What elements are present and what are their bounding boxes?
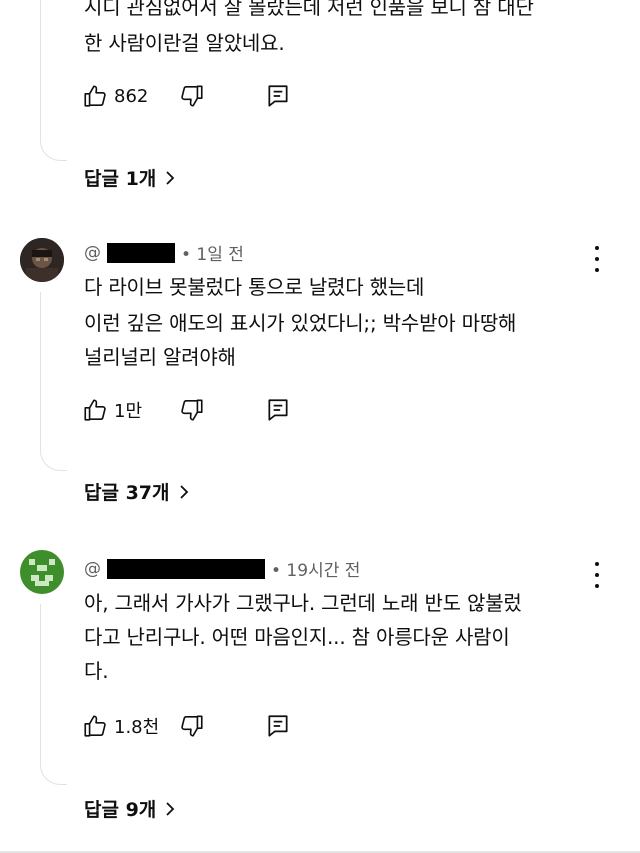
- like-count: 1만: [114, 401, 143, 422]
- replies-label: 답글 1개: [84, 168, 157, 190]
- more-vert-icon: [594, 246, 600, 272]
- thumbs-up-icon: [84, 715, 106, 737]
- view-replies-button[interactable]: 답글 1개: [84, 164, 176, 191]
- chevron-right-icon: [166, 170, 175, 185]
- like-count: 1.8천: [114, 717, 160, 738]
- comment-actions: 1만: [82, 395, 142, 425]
- more-vert-icon: [594, 562, 600, 588]
- comment-time[interactable]: • 1일 전: [181, 240, 244, 265]
- like-button[interactable]: 862: [82, 83, 148, 109]
- chevron-right-icon: [179, 484, 188, 499]
- comment-header: @ • 1일 전: [84, 240, 244, 265]
- thumbs-down-icon: [181, 85, 203, 107]
- comment-text-line: 아, 그래서 가사가 그랬구나. 그런데 노래 반도 않불렀: [84, 591, 522, 615]
- thumbs-down-icon: [181, 399, 203, 421]
- dislike-button[interactable]: [179, 83, 205, 113]
- view-replies-button[interactable]: 답글 37개: [84, 478, 190, 505]
- comment-text-line: 널리널리 알려야해: [84, 345, 236, 369]
- comment-actions: 862: [82, 81, 148, 111]
- avatar[interactable]: [20, 238, 64, 282]
- thumbs-up-icon: [84, 399, 106, 421]
- thread-line: [40, 604, 67, 785]
- redacted-username: [107, 558, 265, 579]
- handle-prefix[interactable]: @: [84, 559, 101, 579]
- comment-text-line: 다고 난리구나. 어떤 마음인지... 참 아릉다운 사람이: [84, 625, 510, 649]
- view-replies-button[interactable]: 답글 9개: [84, 795, 176, 822]
- reply-icon: [268, 399, 288, 421]
- comment-actions: 1.8천: [82, 711, 159, 741]
- thumbs-down-icon: [181, 715, 203, 737]
- replies-label: 답글 37개: [84, 482, 170, 504]
- reply-icon: [268, 715, 288, 737]
- like-count: 862: [114, 85, 149, 107]
- comment-text-line: 다 라이브 못불렀다 통으로 날렸다 했는데: [84, 275, 425, 299]
- replies-label: 답글 9개: [84, 799, 157, 821]
- thread-line: [40, 292, 67, 471]
- thread-line: [40, 0, 67, 161]
- avatar-image: [20, 550, 64, 594]
- comment-text-line: 시디 관심없어서 잘 몰랐는데 저런 인품을 보니 참 대단: [84, 0, 534, 19]
- avatar[interactable]: [20, 550, 64, 594]
- comment-text-line: 다.: [84, 659, 109, 683]
- comment-time[interactable]: • 19시간 전: [271, 556, 360, 581]
- reply-button[interactable]: [265, 397, 291, 427]
- reply-icon: [268, 85, 288, 107]
- reply-button[interactable]: [265, 83, 291, 113]
- thumbs-up-icon: [84, 85, 106, 107]
- avatar-image: [20, 238, 64, 282]
- reply-button[interactable]: [265, 713, 291, 743]
- redacted-username: [107, 242, 175, 263]
- more-button[interactable]: [594, 562, 600, 588]
- dislike-button[interactable]: [179, 397, 205, 427]
- handle-prefix[interactable]: @: [84, 243, 101, 263]
- comment-text-line: 한 사람이란걸 알았네요.: [84, 31, 285, 55]
- comment-header: @ • 19시간 전: [84, 556, 360, 581]
- dislike-button[interactable]: [179, 713, 205, 743]
- like-button[interactable]: 1.8천: [82, 713, 159, 739]
- chevron-right-icon: [166, 801, 175, 816]
- comment-text-line: 이런 깊은 애도의 표시가 있었다니;; 박수받아 마땅해: [84, 311, 517, 335]
- like-button[interactable]: 1만: [82, 397, 142, 423]
- more-button[interactable]: [594, 246, 600, 272]
